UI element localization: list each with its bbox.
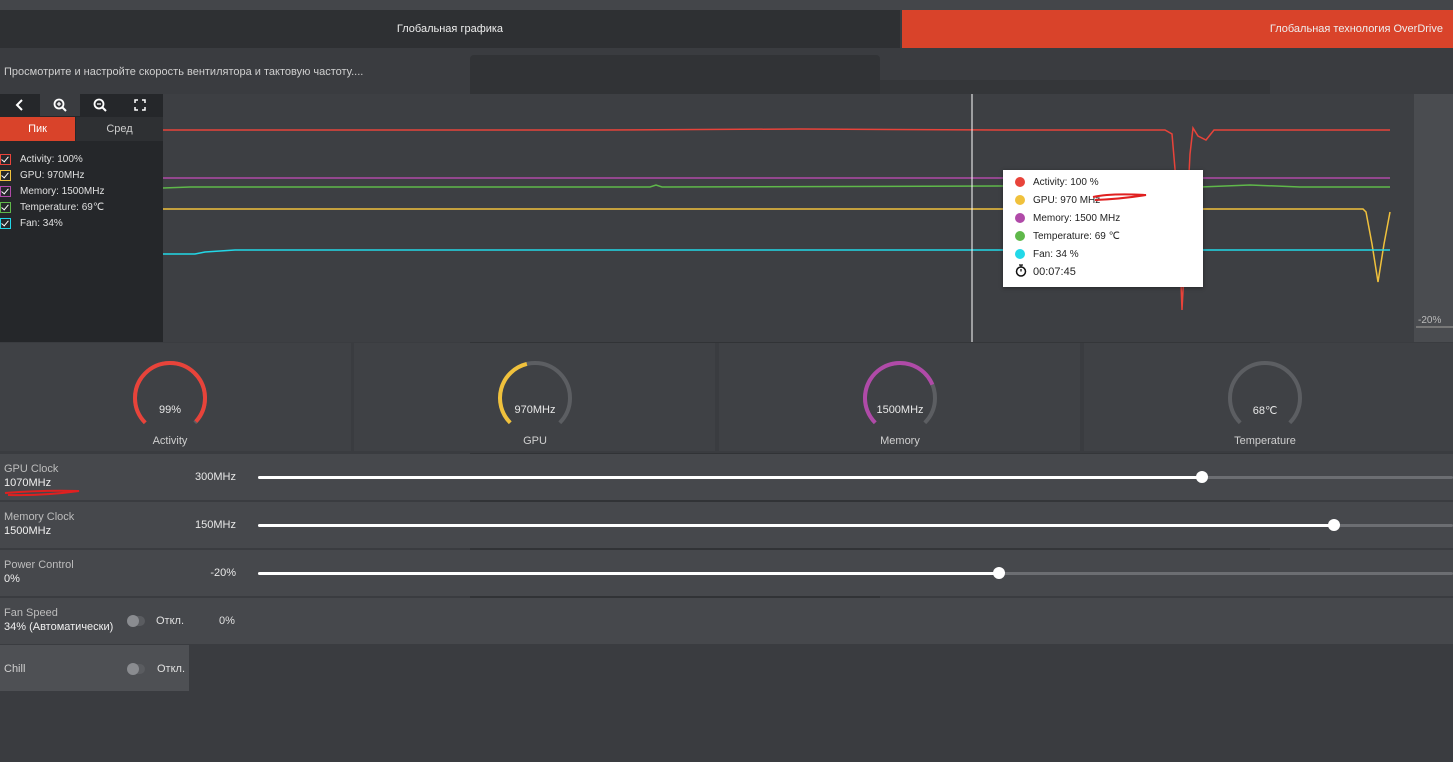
tooltip-time-text: 00:07:45 bbox=[1033, 266, 1076, 278]
gauge-activity-value: 99% bbox=[158, 404, 182, 416]
tab-global-overdrive-label: Глобальная технология OverDrive bbox=[1269, 23, 1443, 35]
gauge-temperature-value: 68℃ bbox=[1252, 405, 1278, 417]
fan-speed-toggle-text: Откл. bbox=[156, 615, 185, 627]
tooltip-row-temperature: Temperature: 69 ℃ bbox=[1015, 229, 1120, 243]
memory-clock-slider[interactable] bbox=[258, 519, 1453, 531]
dot-icon bbox=[1015, 249, 1025, 259]
tooltip-row-gpu: GPU: 970 MHz bbox=[1015, 193, 1100, 207]
memory-clock-slider-fill bbox=[258, 524, 1334, 527]
legend-item-temperature[interactable]: Temperature: 69℃ bbox=[0, 200, 104, 214]
red-annotation-mark bbox=[4, 489, 80, 497]
gauge-memory-label: Memory bbox=[880, 435, 920, 447]
back-icon[interactable] bbox=[0, 94, 40, 116]
dot-icon bbox=[1015, 213, 1025, 223]
legend-item-activity[interactable]: Activity: 100% bbox=[0, 152, 83, 166]
gpu-clock-label: GPU Clock bbox=[4, 463, 59, 475]
right-axis-label: -20% bbox=[1418, 315, 1442, 326]
gpu-clock-slider[interactable] bbox=[258, 471, 1453, 483]
tab-global-graphics-label: Глобальная графика bbox=[396, 23, 504, 35]
memory-clock-label: Memory Clock bbox=[4, 511, 75, 523]
gauge-gpu-label: GPU bbox=[523, 435, 547, 447]
right-axis-marker bbox=[1416, 326, 1453, 328]
legend-label: Fan: 34% bbox=[20, 217, 63, 229]
red-annotation-mark bbox=[1092, 193, 1147, 201]
checkbox-icon[interactable] bbox=[0, 201, 11, 213]
chill-label: Chill bbox=[4, 663, 26, 675]
legend-label: Temperature: 69℃ bbox=[20, 201, 105, 213]
gpu-clock-min: 300MHz bbox=[195, 471, 236, 483]
legend-label: Activity: 100% bbox=[20, 153, 83, 165]
fan-speed-toggle[interactable] bbox=[127, 615, 145, 627]
gauge-gpu-value: 970MHz bbox=[514, 404, 556, 416]
checkbox-icon[interactable] bbox=[0, 185, 11, 197]
stopwatch-icon bbox=[1015, 264, 1027, 280]
page-subtitle: Просмотрите и настройте скорость вентиля… bbox=[4, 66, 364, 78]
tooltip-temperature-text: Temperature: 69 ℃ bbox=[1033, 230, 1120, 242]
memory-clock-slider-handle[interactable] bbox=[1327, 519, 1340, 531]
legend-label: GPU: 970MHz bbox=[20, 169, 85, 181]
zoom-in-icon[interactable] bbox=[40, 94, 80, 116]
fan-speed-value: 34% (Автоматически) bbox=[4, 621, 114, 633]
tooltip-row-time: 00:07:45 bbox=[1015, 264, 1076, 280]
chart-right-axis bbox=[1414, 94, 1453, 342]
tooltip-row-activity: Activity: 100 % bbox=[1015, 175, 1099, 189]
power-control-slider-handle[interactable] bbox=[992, 567, 1005, 579]
fan-speed-percent: 0% bbox=[219, 615, 235, 627]
legend-label: Memory: 1500MHz bbox=[20, 185, 105, 197]
dot-icon bbox=[1015, 195, 1025, 205]
power-control-label: Power Control bbox=[4, 559, 74, 571]
chart-toolbar bbox=[0, 94, 163, 116]
power-control-slider[interactable] bbox=[258, 567, 1453, 579]
gpu-clock-slider-fill bbox=[258, 476, 1203, 479]
tab-global-overdrive[interactable]: Глобальная технология OverDrive bbox=[902, 10, 1453, 48]
reset-zoom-icon[interactable] bbox=[120, 94, 160, 116]
dot-icon bbox=[1015, 231, 1025, 241]
fan-speed-label: Fan Speed bbox=[4, 607, 58, 619]
tooltip-memory-text: Memory: 1500 MHz bbox=[1033, 212, 1121, 224]
chill-toggle[interactable] bbox=[127, 663, 145, 675]
chart-tooltip: Activity: 100 % GPU: 970 MHz Memory: 150… bbox=[1003, 170, 1203, 287]
memory-clock-value: 1500MHz bbox=[4, 525, 52, 537]
memory-clock-min: 150MHz bbox=[195, 519, 236, 531]
checkbox-icon[interactable] bbox=[0, 217, 11, 229]
legend-item-gpu[interactable]: GPU: 970MHz bbox=[0, 168, 84, 182]
power-control-min: -20% bbox=[210, 567, 236, 579]
mode-average-button[interactable]: Сред bbox=[76, 117, 163, 141]
gauge-activity-label: Activity bbox=[152, 435, 188, 447]
gauge-temperature-label: Temperature bbox=[1234, 435, 1296, 447]
checkbox-icon[interactable] bbox=[0, 169, 11, 181]
window-top-strip bbox=[0, 0, 1453, 10]
power-control-slider-fill bbox=[258, 572, 999, 575]
tooltip-row-memory: Memory: 1500 MHz bbox=[1015, 211, 1120, 225]
legend-item-memory[interactable]: Memory: 1500MHz bbox=[0, 184, 104, 198]
checkbox-icon[interactable] bbox=[0, 153, 11, 165]
fan-speed-row bbox=[0, 598, 1453, 644]
power-control-value: 0% bbox=[4, 573, 20, 585]
lower-background bbox=[0, 644, 1453, 762]
dot-icon bbox=[1015, 177, 1025, 187]
tooltip-fan-text: Fan: 34 % bbox=[1033, 248, 1079, 260]
chill-toggle-text: Откл. bbox=[157, 663, 186, 675]
tooltip-row-fan: Fan: 34 % bbox=[1015, 247, 1079, 261]
zoom-out-icon[interactable] bbox=[80, 94, 120, 116]
gpu-clock-slider-handle[interactable] bbox=[1196, 471, 1209, 483]
mode-peak-button[interactable]: Пик bbox=[0, 117, 75, 141]
activity-series-line bbox=[163, 125, 1390, 311]
gauge-memory-value: 1500MHz bbox=[876, 404, 924, 416]
legend-item-fan[interactable]: Fan: 34% bbox=[0, 216, 63, 230]
tab-global-graphics[interactable]: Глобальная графика bbox=[0, 10, 900, 48]
tooltip-activity-text: Activity: 100 % bbox=[1033, 176, 1099, 188]
